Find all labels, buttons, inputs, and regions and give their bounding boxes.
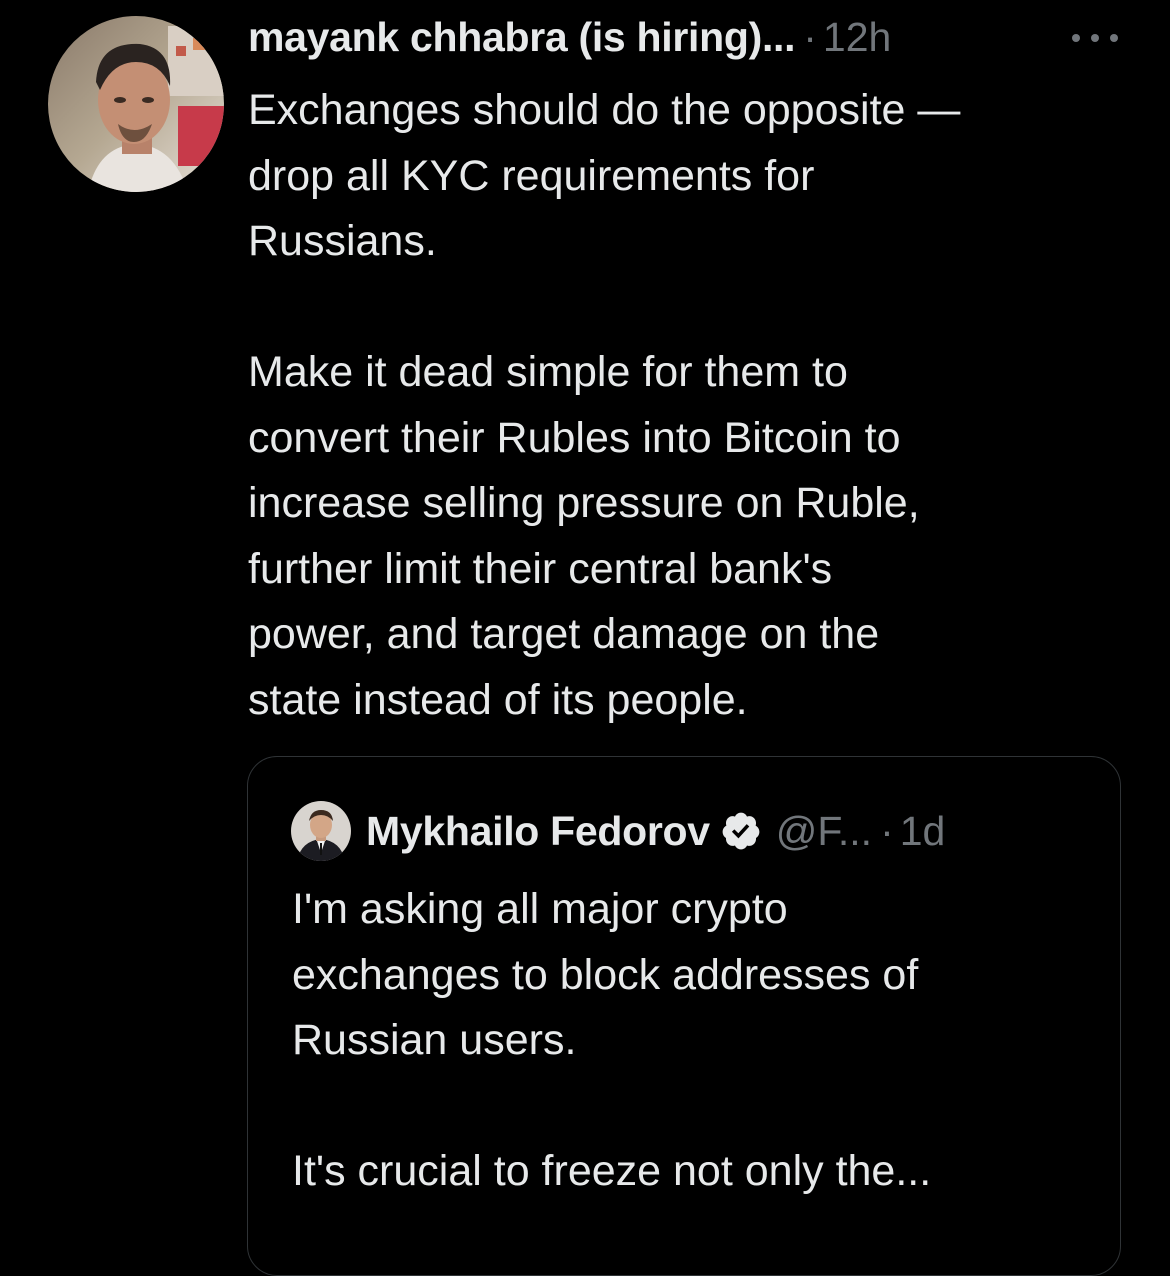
quoted-tweet-line: I'm asking all major crypto <box>292 885 788 933</box>
tweet-line: state instead of its people. <box>248 675 748 724</box>
tweet-text: Exchanges should do the opposite — drop … <box>248 78 1128 733</box>
author-name[interactable]: mayank chhabra (is hiring)... <box>248 14 796 61</box>
quoted-tweet-paragraph: I'm asking all major crypto exchanges to… <box>292 877 1092 1074</box>
tweet-line: Russians. <box>248 217 437 265</box>
quoted-tweet-text: I'm asking all major crypto exchanges to… <box>292 877 1092 1205</box>
tweet-paragraph: Exchanges should do the opposite — drop … <box>248 78 1128 275</box>
tweet-paragraph: Make it dead simple for them to convert … <box>248 340 1128 733</box>
tweet-line: Make it dead simple for them to <box>248 348 848 396</box>
tweet-line: increase selling pressure on Ruble, <box>248 479 920 527</box>
quoted-author-handle[interactable]: @F... <box>776 808 872 855</box>
quoted-author-name[interactable]: Mykhailo Fedorov <box>366 808 710 855</box>
tweet-line: Exchanges should do the opposite — <box>248 86 961 134</box>
tweet-header: mayank chhabra (is hiring)... · 12h <box>248 14 1148 74</box>
tweet-timestamp[interactable]: 12h <box>823 14 891 61</box>
quoted-tweet-header: Mykhailo Fedorov @F... · 1d <box>366 801 945 861</box>
tweet[interactable]: mayank chhabra (is hiring)... · 12h Exch… <box>0 0 1170 1276</box>
quoted-tweet-timestamp[interactable]: 1d <box>900 808 946 855</box>
quoted-tweet-line: exchanges to block addresses of <box>292 950 919 999</box>
tweet-line: power, and target damage on the <box>248 610 880 658</box>
separator-dot: · <box>880 807 894 854</box>
tweet-line: drop all KYC requirements for <box>248 151 815 200</box>
quoted-tweet-line: Russian users. <box>292 1016 577 1064</box>
quoted-tweet-paragraph: It's crucial to freeze not only the... <box>292 1139 1092 1205</box>
author-avatar[interactable] <box>48 16 224 192</box>
verified-badge-icon <box>720 810 762 852</box>
quoted-author-avatar[interactable] <box>291 801 351 861</box>
separator-dot: · <box>803 14 817 60</box>
quoted-tweet-line: It's crucial to freeze not only the... <box>292 1147 932 1195</box>
tweet-line: further limit their central bank's <box>248 544 833 593</box>
more-horizontal-icon[interactable] <box>1072 28 1118 48</box>
tweet-line: convert their Rubles into Bitcoin to <box>248 413 901 462</box>
quoted-tweet-card[interactable]: Mykhailo Fedorov @F... · 1d I'm asking a… <box>247 756 1121 1276</box>
